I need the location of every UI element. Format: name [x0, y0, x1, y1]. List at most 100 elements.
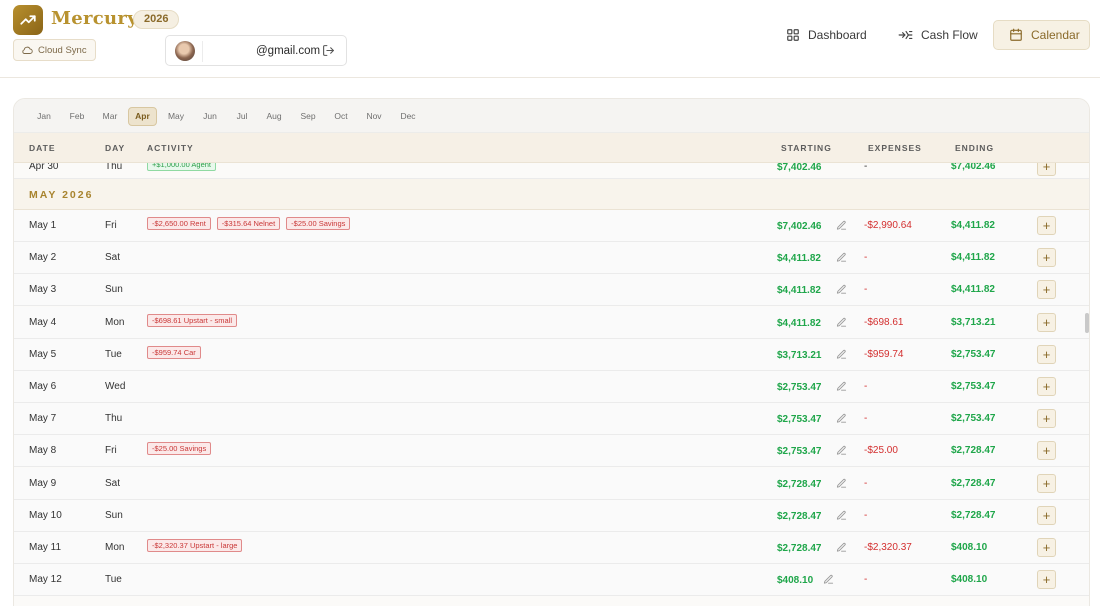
cloud-sync-button[interactable]: Cloud Sync — [13, 39, 96, 61]
tab-oct[interactable]: Oct — [327, 107, 355, 126]
row-ending: $2,753.47 — [951, 381, 996, 392]
row-starting: $408.10 — [777, 575, 814, 587]
nav-calendar-label: Calendar — [1031, 28, 1080, 42]
row-starting: $2,753.47 — [777, 414, 822, 426]
nav-dashboard-label: Dashboard — [808, 28, 867, 42]
edit-icon[interactable] — [836, 540, 847, 558]
edit-icon[interactable] — [836, 508, 847, 526]
row-expenses: - — [864, 574, 868, 586]
nav-cash-flow[interactable]: Cash Flow — [898, 20, 978, 50]
edit-icon[interactable] — [836, 411, 847, 429]
row-day: Sat — [105, 477, 121, 489]
row-ending: $7,402.46 — [951, 163, 996, 172]
row-ending: $408.10 — [951, 542, 988, 553]
user-account: @gmail.com — [165, 35, 347, 66]
tab-may[interactable]: May — [163, 107, 189, 126]
activity-tag[interactable]: -$2,320.37 Upstart - large — [147, 539, 243, 552]
table-row: May 1 Fri -$2,650.00 Rent -$315.64 Nelnet -$… — [14, 210, 1089, 242]
row-starting: $2,753.47 — [777, 382, 822, 393]
row-expenses: - — [864, 284, 868, 296]
table-row: May 3 Sun $4,411.82 - $4,411.82 + — [14, 274, 1089, 307]
edit-icon[interactable] — [836, 347, 847, 365]
tab-nov[interactable]: Nov — [360, 107, 388, 126]
edit-icon[interactable] — [836, 282, 847, 300]
row-day: Thu — [105, 413, 123, 425]
header-expenses: EXPENSES — [868, 143, 922, 153]
edit-icon[interactable] — [836, 443, 847, 461]
edit-icon[interactable] — [823, 572, 834, 590]
activity-tag[interactable]: -$698.61 Upstart - small — [147, 313, 238, 327]
activity-tag[interactable]: -$25.00 Savings — [286, 217, 351, 230]
row-starting: $2,728.47 — [777, 478, 822, 490]
activity-tag[interactable]: -$25.00 Savings — [147, 442, 212, 456]
year-badge[interactable]: 2026 — [133, 10, 180, 29]
row-date: May 8 — [29, 445, 57, 457]
row-activity: -$25.00 Savings — [147, 442, 212, 456]
add-entry-button[interactable]: + — [1037, 473, 1056, 493]
row-day: Sun — [105, 284, 123, 296]
add-entry-button[interactable]: + — [1037, 163, 1056, 176]
header-starting: STARTING — [781, 143, 832, 153]
table-row: May 6 Wed $2,753.47 - $2,753.47 + — [14, 371, 1089, 403]
nav-cash-flow-label: Cash Flow — [921, 28, 978, 42]
tab-jul[interactable]: Jul — [229, 107, 255, 126]
row-expenses: -$2,990.64 — [864, 220, 912, 231]
tab-mar[interactable]: Mar — [97, 107, 123, 126]
row-ending: $4,411.82 — [951, 252, 995, 264]
add-entry-button[interactable]: + — [1037, 344, 1056, 364]
tab-aug[interactable]: Aug — [261, 107, 287, 126]
user-email: @gmail.com — [256, 45, 321, 57]
edit-icon[interactable] — [836, 315, 847, 333]
tab-sep[interactable]: Sep — [295, 107, 321, 126]
row-day: Sun — [105, 509, 123, 521]
activity-tag[interactable]: +$1,000.00 Agent — [147, 163, 217, 171]
table-row: May 9 Sat $2,728.47 - $2,728.47 + — [14, 467, 1089, 500]
tab-dec[interactable]: Dec — [394, 107, 422, 126]
tab-apr[interactable]: Apr — [128, 107, 157, 126]
add-entry-button[interactable]: + — [1037, 570, 1056, 590]
table-row: May 10 Sun $2,728.47 - $2,728.47 + — [14, 499, 1089, 532]
add-entry-button[interactable]: + — [1037, 216, 1056, 235]
nav-calendar[interactable]: Calendar — [993, 20, 1090, 50]
row-ending: $2,728.47 — [951, 477, 996, 489]
row-date: May 7 — [29, 413, 57, 425]
row-expenses: - — [864, 163, 868, 172]
row-starting: $4,411.82 — [777, 285, 821, 297]
activity-tag[interactable]: -$959.74 Car — [147, 345, 201, 359]
tab-feb[interactable]: Feb — [64, 107, 90, 126]
add-entry-button[interactable]: + — [1037, 248, 1056, 268]
activity-tag[interactable]: -$315.64 Nelnet — [216, 217, 281, 230]
row-starting: $2,728.47 — [777, 543, 822, 554]
row-date: May 6 — [29, 381, 57, 392]
row-date: May 4 — [29, 316, 57, 328]
row-day: Sat — [105, 252, 121, 264]
add-entry-button[interactable]: + — [1037, 538, 1056, 557]
logout-icon[interactable] — [322, 44, 335, 62]
nav-dashboard[interactable]: Dashboard — [786, 20, 867, 50]
activity-tag[interactable]: -$2,650.00 Rent — [147, 217, 211, 230]
avatar[interactable] — [175, 41, 195, 61]
header-activity: ACTIVITY — [147, 143, 194, 153]
app-logo[interactable] — [13, 5, 43, 35]
add-entry-button[interactable]: + — [1037, 377, 1056, 396]
row-ending: $3,713.21 — [951, 316, 996, 328]
add-entry-button[interactable]: + — [1037, 409, 1056, 429]
trending-up-icon — [20, 15, 36, 25]
tab-jan[interactable]: Jan — [31, 107, 57, 126]
row-day: Thu — [105, 163, 123, 172]
add-entry-button[interactable]: + — [1037, 312, 1056, 332]
row-ending: $2,728.47 — [951, 509, 996, 521]
edit-icon[interactable] — [836, 476, 847, 494]
row-day: Wed — [105, 381, 126, 392]
edit-icon[interactable] — [836, 379, 847, 397]
edit-icon[interactable] — [836, 218, 847, 236]
add-entry-button[interactable]: + — [1037, 441, 1056, 461]
scrollbar[interactable] — [1085, 313, 1089, 333]
cloud-icon — [22, 46, 33, 54]
tab-jun[interactable]: Jun — [197, 107, 223, 126]
section-title: MAY 2026 — [29, 189, 94, 201]
add-entry-button[interactable]: + — [1037, 280, 1056, 300]
month-section-header: MAY 2026 — [14, 179, 1089, 210]
edit-icon[interactable] — [836, 250, 847, 268]
add-entry-button[interactable]: + — [1037, 505, 1056, 525]
